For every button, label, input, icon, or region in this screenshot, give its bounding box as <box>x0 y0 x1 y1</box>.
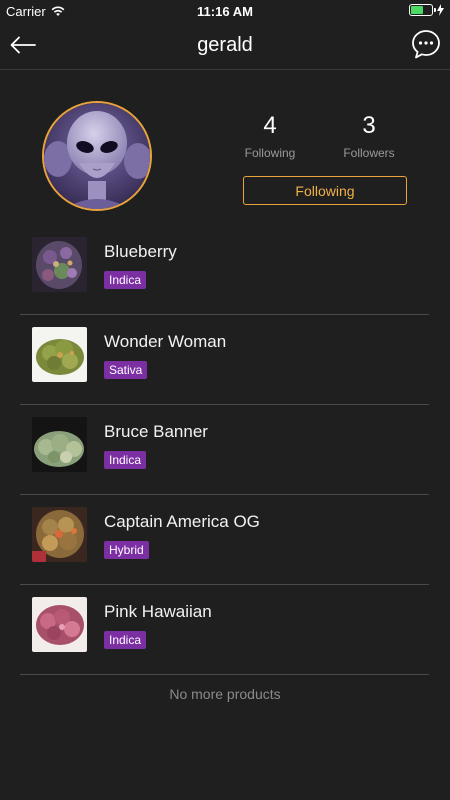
strain-type-badge: Hybrid <box>104 541 149 559</box>
product-item[interactable]: Blueberry Indica <box>20 225 429 315</box>
followers-count: 3 <box>362 112 376 139</box>
no-more-products-label: No more products <box>169 686 281 702</box>
status-bar: Carrier 11:16 AM <box>0 0 450 24</box>
product-list: Blueberry Indica Wonder Woman Sativa Bru… <box>20 225 429 675</box>
product-thumbnail <box>32 327 87 382</box>
battery-icon <box>409 4 436 16</box>
alien-avatar-image <box>44 103 150 209</box>
product-thumbnail <box>32 597 87 652</box>
product-thumbnail <box>32 237 87 292</box>
product-name: Wonder Woman <box>104 332 227 351</box>
profile-header: 4 Following 3 Followers Following <box>0 100 450 215</box>
product-name: Pink Hawaiian <box>104 602 212 621</box>
nav-bar: gerald <box>0 24 450 70</box>
product-item[interactable]: Wonder Woman Sativa <box>20 315 429 405</box>
product-item[interactable]: Captain America OG Hybrid <box>20 495 429 585</box>
page-title: gerald <box>197 34 253 56</box>
battery-level <box>411 6 423 14</box>
status-right <box>409 4 444 16</box>
product-item[interactable]: Bruce Banner Indica <box>20 405 429 495</box>
following-label: Following <box>244 146 296 160</box>
product-name: Captain America OG <box>104 512 260 531</box>
product-thumbnail <box>32 417 87 472</box>
strain-type-badge: Indica <box>104 271 147 289</box>
strain-type-badge: Indica <box>104 631 147 649</box>
following-stat[interactable]: 4 Following <box>225 112 315 160</box>
product-item[interactable]: Pink Hawaiian Indica <box>20 585 429 675</box>
charging-icon <box>437 4 444 16</box>
status-time: 11:16 AM <box>197 4 253 19</box>
product-name: Blueberry <box>104 242 177 261</box>
product-name: Bruce Banner <box>104 422 208 441</box>
product-thumbnail <box>32 507 87 562</box>
following-count: 4 <box>263 112 277 139</box>
following-button[interactable]: Following <box>243 176 407 205</box>
strain-type-badge: Indica <box>104 451 147 469</box>
followers-label: Followers <box>343 146 395 160</box>
strain-type-badge: Sativa <box>104 361 148 379</box>
avatar <box>42 101 152 211</box>
chat-bubble-icon[interactable] <box>410 28 442 60</box>
followers-stat[interactable]: 3 Followers <box>324 112 414 160</box>
